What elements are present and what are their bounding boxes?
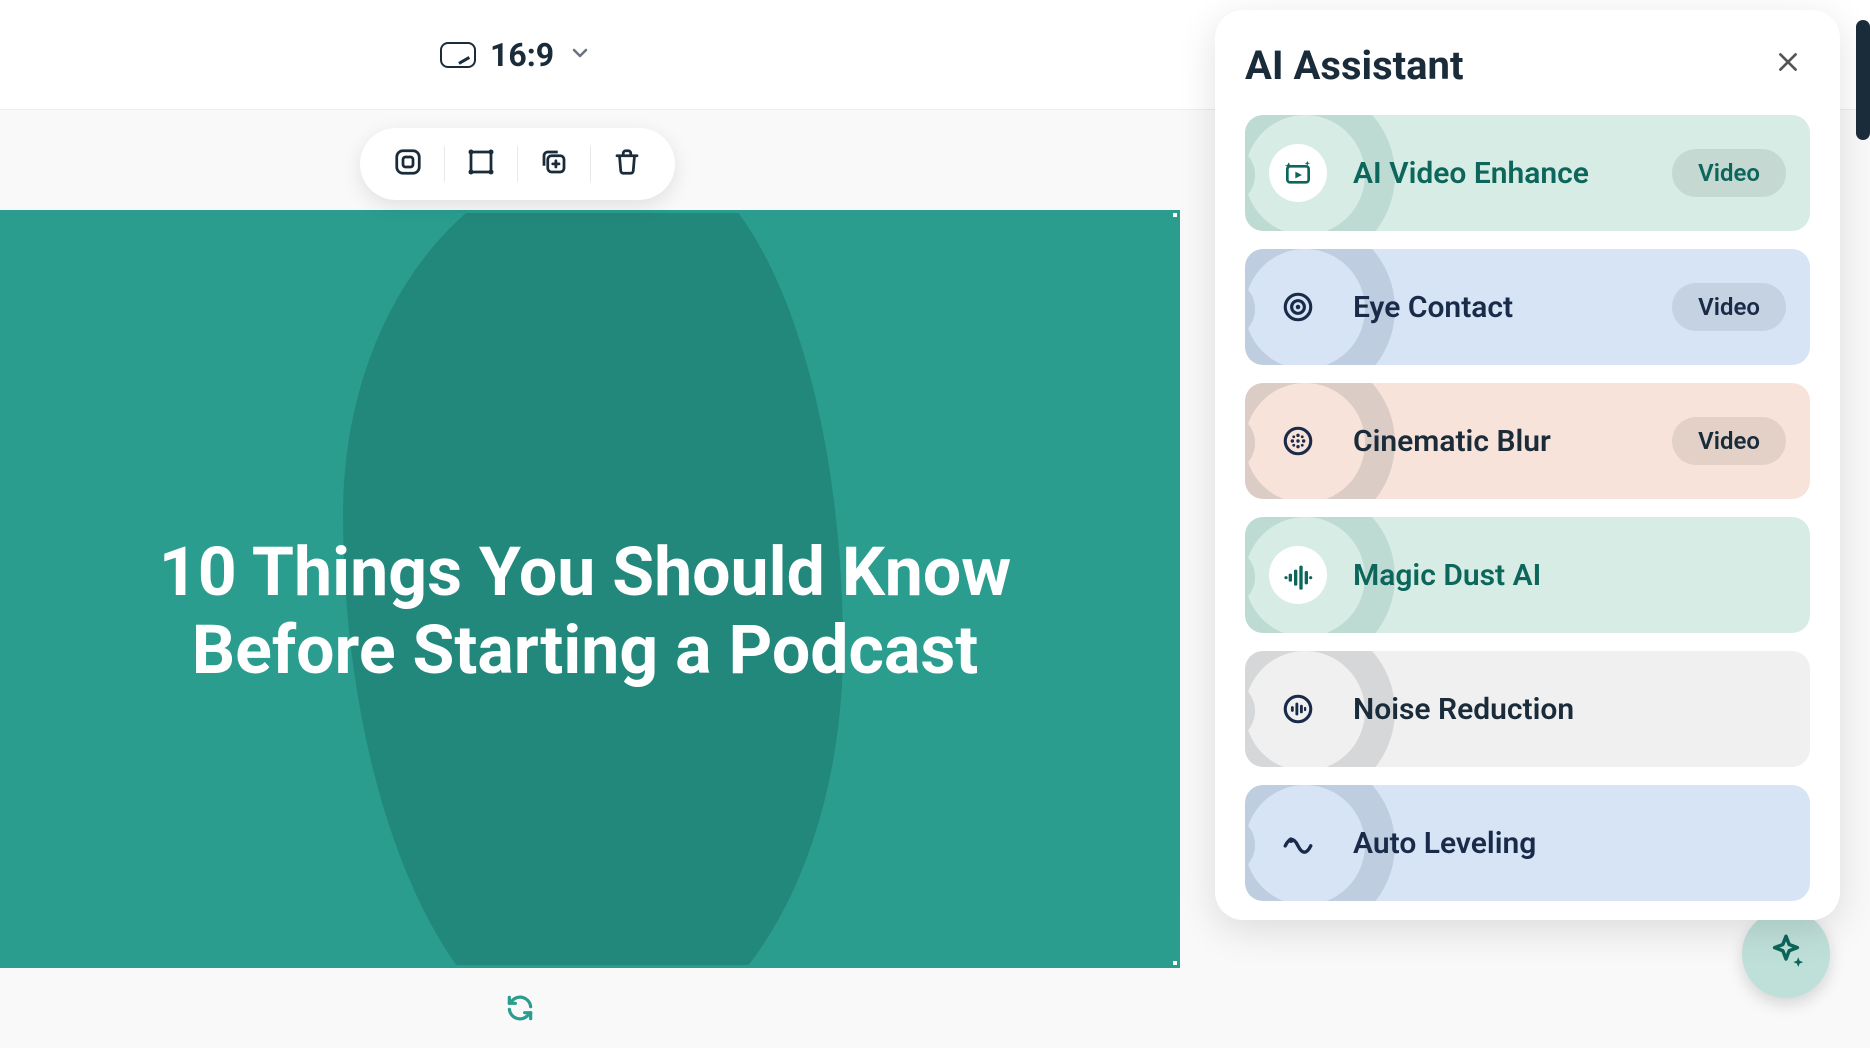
chevron-down-icon	[568, 41, 592, 69]
trash-icon	[612, 147, 642, 181]
magic-icon	[1269, 546, 1327, 604]
ai-item-magic-dust[interactable]: Magic Dust AI	[1245, 517, 1810, 633]
ai-item-label: Auto Leveling	[1353, 826, 1786, 861]
ai-item-badge: Video	[1672, 417, 1786, 465]
duplicate-button[interactable]	[526, 136, 582, 192]
toolbar-divider	[444, 146, 445, 182]
ai-assistant-fab[interactable]	[1742, 910, 1830, 998]
ai-item-label: Magic Dust AI	[1353, 558, 1786, 593]
ai-item-cinematic-blur[interactable]: Cinematic Blur Video	[1245, 383, 1810, 499]
ai-item-label: Cinematic Blur	[1353, 424, 1672, 459]
close-icon	[1775, 48, 1801, 83]
fullscreen-button[interactable]	[380, 136, 436, 192]
toolbar-divider	[517, 146, 518, 182]
ai-item-badge: Video	[1672, 283, 1786, 331]
fullscreen-icon	[393, 147, 423, 181]
toolbar-divider	[590, 146, 591, 182]
blur-icon	[1269, 412, 1327, 470]
aspect-ratio-selector[interactable]: 16:9	[440, 36, 592, 74]
aspect-ratio-icon	[440, 42, 476, 68]
canvas-title-text[interactable]: 10 Things You Should Know Before Startin…	[73, 533, 1097, 689]
sync-button[interactable]	[500, 990, 540, 1030]
ai-item-label: Noise Reduction	[1353, 692, 1786, 727]
enhance-icon	[1269, 144, 1327, 202]
ai-item-noise-reduction[interactable]: Noise Reduction	[1245, 651, 1810, 767]
scrollbar-thumb[interactable]	[1856, 20, 1870, 140]
ai-assistant-panel: AI Assistant AI Video Enhance Video	[1215, 10, 1840, 920]
sync-icon	[504, 992, 536, 1028]
eye-icon	[1269, 278, 1327, 336]
ai-feature-list: AI Video Enhance Video Eye Contact Video…	[1245, 115, 1810, 901]
crop-button[interactable]	[453, 136, 509, 192]
floating-toolbar	[360, 128, 675, 200]
level-icon	[1269, 814, 1327, 872]
ai-item-eye-contact[interactable]: Eye Contact Video	[1245, 249, 1810, 365]
noise-icon	[1269, 680, 1327, 738]
resize-handle-tr[interactable]	[1171, 210, 1180, 219]
delete-button[interactable]	[599, 136, 655, 192]
ai-item-auto-leveling[interactable]: Auto Leveling	[1245, 785, 1810, 901]
resize-handle-br[interactable]	[1171, 959, 1180, 968]
ai-item-video-enhance[interactable]: AI Video Enhance Video	[1245, 115, 1810, 231]
ai-item-label: Eye Contact	[1353, 290, 1672, 325]
copy-icon	[539, 147, 569, 181]
main-canvas-area: 10 Things You Should Know Before Startin…	[0, 110, 1870, 1048]
close-button[interactable]	[1766, 44, 1810, 88]
canvas-frame[interactable]: 10 Things You Should Know Before Startin…	[0, 210, 1180, 968]
ai-panel-title: AI Assistant	[1245, 42, 1464, 89]
aspect-ratio-label: 16:9	[490, 36, 554, 74]
crop-icon	[466, 147, 496, 181]
sparkle-icon	[1765, 931, 1807, 977]
ai-panel-header: AI Assistant	[1245, 42, 1810, 89]
ai-item-badge: Video	[1672, 149, 1786, 197]
ai-item-label: AI Video Enhance	[1353, 156, 1672, 191]
